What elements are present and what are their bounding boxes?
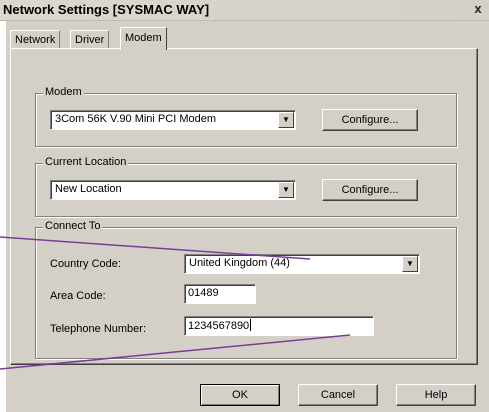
country-code-select[interactable]: United Kingdom (44) ▼ xyxy=(184,254,420,274)
close-icon[interactable]: x xyxy=(471,2,485,16)
title-bar[interactable]: Network Settings [SYSMAC WAY] x xyxy=(0,0,489,21)
modem-configure-button[interactable]: Configure... xyxy=(322,109,418,131)
modem-group-legend: Modem xyxy=(43,86,84,98)
telephone-number-value: 1234567890 xyxy=(188,320,250,332)
network-settings-dialog: Network Settings [SYSMAC WAY] x Network … xyxy=(0,0,489,412)
connect-to-legend: Connect To xyxy=(43,220,103,232)
modem-select-value: 3Com 56K V.90 Mini PCI Modem xyxy=(55,113,216,125)
modem-tab-panel: Modem 3Com 56K V.90 Mini PCI Modem ▼ Con… xyxy=(10,48,478,365)
help-button[interactable]: Help xyxy=(396,384,476,406)
connect-to-group: Connect To Country Code: United Kingdom … xyxy=(35,220,457,359)
location-configure-button[interactable]: Configure... xyxy=(322,179,418,201)
modem-select[interactable]: 3Com 56K V.90 Mini PCI Modem ▼ xyxy=(50,110,296,130)
country-code-label: Country Code: xyxy=(50,258,121,270)
location-group-legend: Current Location xyxy=(43,156,129,168)
cancel-button[interactable]: Cancel xyxy=(298,384,378,406)
tab-driver[interactable]: Driver xyxy=(70,30,110,49)
location-select[interactable]: New Location ▼ xyxy=(50,180,296,200)
chevron-down-icon[interactable]: ▼ xyxy=(278,112,294,128)
chevron-down-icon[interactable]: ▼ xyxy=(278,182,294,198)
window-title: Network Settings [SYSMAC WAY] xyxy=(3,2,210,17)
ok-button[interactable]: OK xyxy=(200,384,280,406)
chevron-down-icon[interactable]: ▼ xyxy=(402,256,418,272)
location-group: Current Location New Location ▼ Configur… xyxy=(35,156,457,217)
backdrop-strip xyxy=(0,20,6,412)
modem-group: Modem 3Com 56K V.90 Mini PCI Modem ▼ Con… xyxy=(35,86,457,147)
location-select-value: New Location xyxy=(55,183,122,195)
telephone-number-input[interactable]: 1234567890 xyxy=(184,316,374,336)
area-code-input[interactable]: 01489 xyxy=(184,284,256,304)
area-code-value: 01489 xyxy=(188,287,219,299)
area-code-label: Area Code: xyxy=(50,290,106,302)
country-code-value: United Kingdom (44) xyxy=(189,257,290,269)
telephone-number-label: Telephone Number: xyxy=(50,323,147,335)
tab-network[interactable]: Network xyxy=(10,30,61,49)
text-caret xyxy=(250,319,252,331)
tab-modem[interactable]: Modem xyxy=(120,27,167,50)
